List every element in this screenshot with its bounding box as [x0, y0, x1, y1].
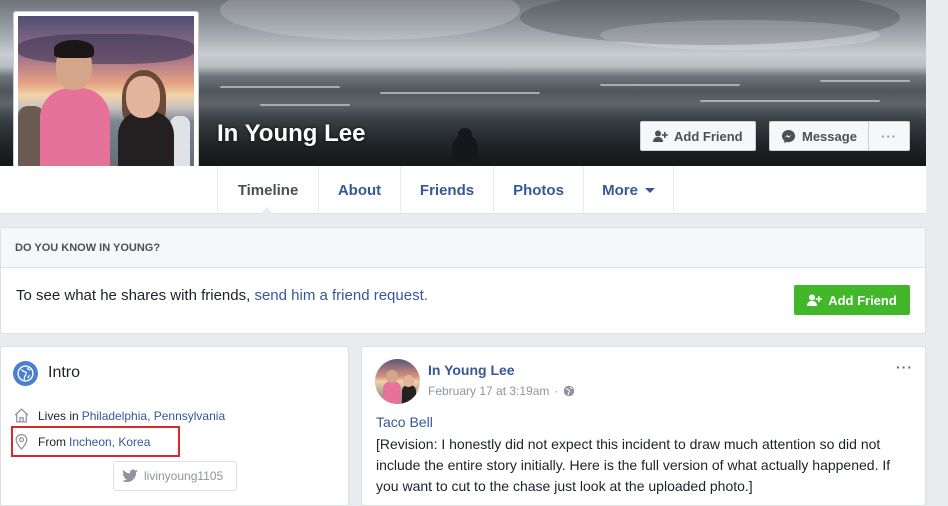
tab-more[interactable]: More [583, 166, 674, 214]
tab-about-label: About [337, 181, 382, 199]
post-place-link[interactable]: Taco Bell [376, 414, 433, 430]
tab-more-label: More [602, 181, 638, 199]
post-timestamp[interactable]: February 17 at 3:19am [428, 384, 549, 398]
do-you-know-heading: DO YOU KNOW IN YOUNG? [1, 228, 925, 268]
intro-from: From Incheon, Korea [13, 433, 150, 450]
messenger-icon [781, 129, 796, 143]
add-friend-button[interactable]: Add Friend [640, 121, 756, 151]
tab-friends-label: Friends [419, 181, 475, 199]
do-you-know-prefix: To see what he shares with friends, [16, 287, 251, 304]
intro-lives-in: Lives in Philadelphia, Pennsylvania [13, 407, 225, 424]
profile-nav-bar: Timeline About Friends Photos More [0, 166, 926, 214]
home-icon [14, 408, 29, 423]
add-friend-label: Add Friend [674, 128, 743, 144]
lives-in-prefix: Lives in [38, 408, 79, 423]
profile-name[interactable]: In Young Lee [217, 120, 365, 148]
active-tab-indicator [260, 207, 274, 214]
from-prefix: From [38, 434, 66, 449]
tab-photos-label: Photos [513, 181, 564, 199]
post-author[interactable]: In Young Lee [428, 362, 515, 378]
chevron-down-icon [644, 187, 655, 193]
cover-figure [452, 135, 478, 166]
lives-in-link[interactable]: Philadelphia, Pennsylvania [82, 409, 225, 423]
from-link[interactable]: Incheon, Korea [69, 435, 150, 449]
post-avatar[interactable] [375, 359, 420, 404]
public-globe-icon[interactable] [563, 385, 575, 397]
twitter-icon [122, 469, 138, 483]
add-friend-icon [807, 294, 822, 306]
globe-icon [13, 361, 38, 386]
add-friend-icon [653, 130, 668, 142]
message-button[interactable]: Message [769, 121, 869, 151]
tab-photos[interactable]: Photos [493, 166, 583, 214]
add-friend-green-label: Add Friend [828, 292, 897, 308]
add-friend-green-button[interactable]: Add Friend [794, 285, 910, 315]
intro-title: Intro [48, 364, 81, 381]
tab-timeline-label: Timeline [237, 181, 299, 199]
more-options-button[interactable]: ··· [868, 121, 910, 151]
friend-request-link[interactable]: send him a friend request. [254, 287, 427, 304]
meta-separator: · [554, 384, 559, 398]
post-body-text: [Revision: I honestly did not expect thi… [376, 436, 891, 494]
timeline-post: In Young Lee February 17 at 3:19am · ···… [361, 346, 926, 506]
tab-about[interactable]: About [318, 166, 400, 214]
post-options-button[interactable]: ··· [896, 359, 913, 375]
tab-friends[interactable]: Friends [400, 166, 493, 214]
twitter-handle: livinyoung1105 [144, 469, 224, 483]
message-label: Message [802, 128, 857, 144]
do-you-know-card: DO YOU KNOW IN YOUNG? To see what he sha… [0, 227, 926, 334]
intro-card: Intro Lives in Philadelphia, Pennsylvani… [0, 346, 349, 506]
location-pin-icon [15, 433, 28, 450]
do-you-know-text: To see what he shares with friends, send… [16, 287, 428, 304]
twitter-link[interactable]: livinyoung1105 [113, 461, 237, 491]
post-meta: February 17 at 3:19am · [428, 384, 575, 398]
